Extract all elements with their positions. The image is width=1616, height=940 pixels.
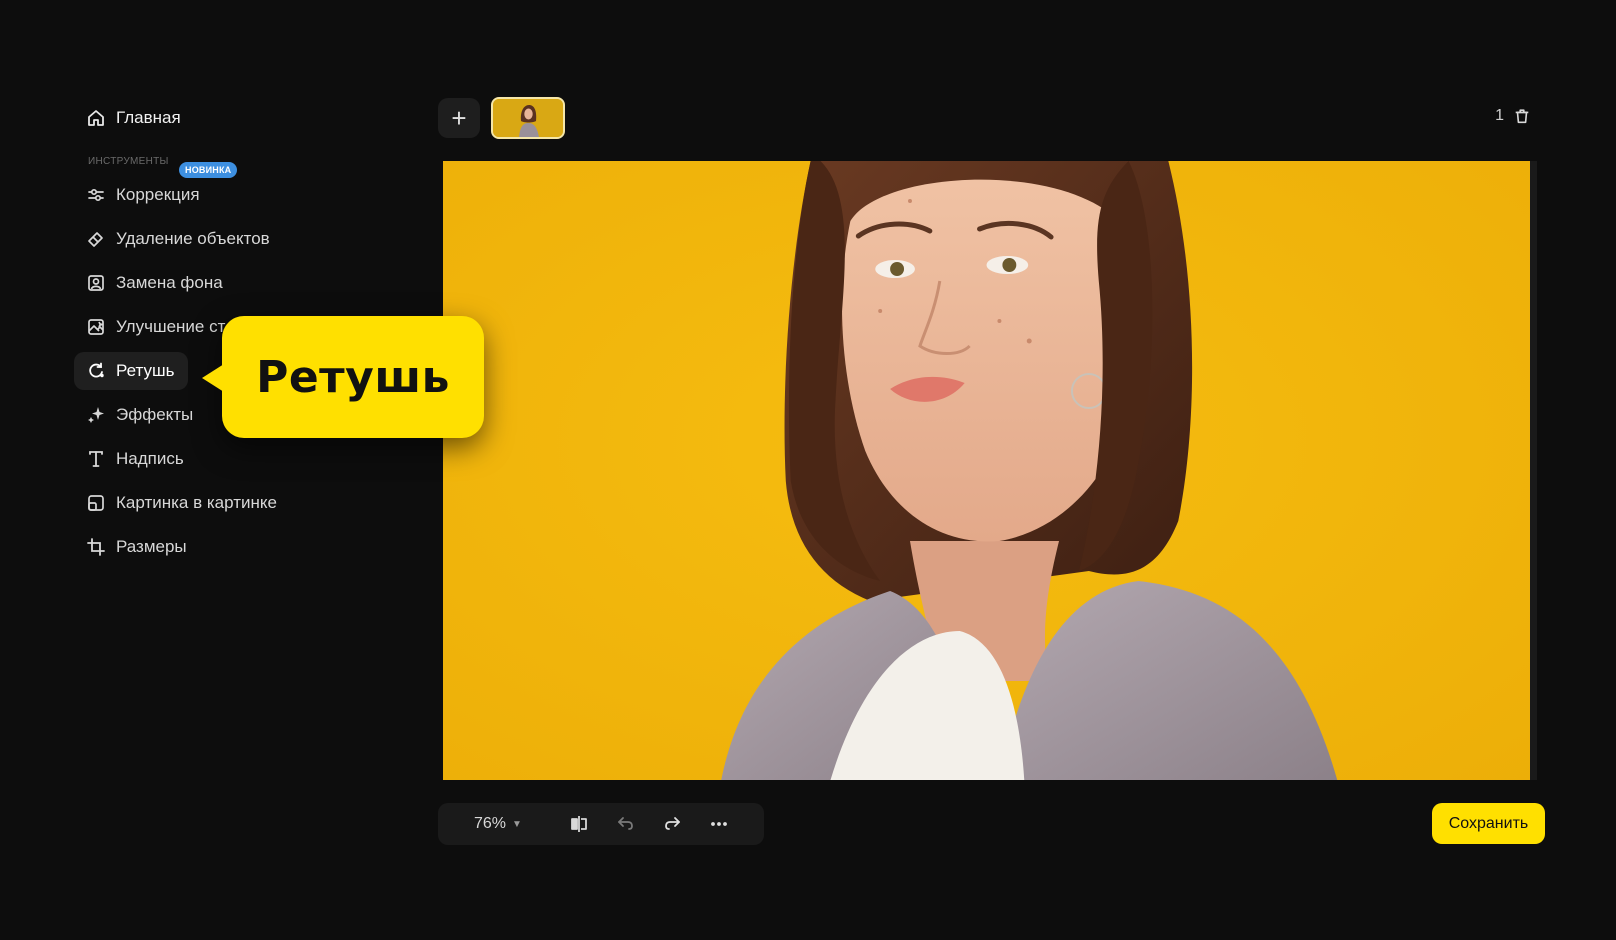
portrait-icon xyxy=(86,273,106,293)
sidebar-item-enhance[interactable]: Улучшение ст xyxy=(74,308,239,346)
sidebar-item-remove-objects[interactable]: Удаление объектов xyxy=(74,220,284,258)
sidebar-item-label: Размеры xyxy=(116,537,187,556)
image-thumbnail[interactable] xyxy=(491,97,565,139)
more-icon xyxy=(709,814,729,834)
crop-icon xyxy=(86,537,106,557)
save-button[interactable]: Сохранить xyxy=(1432,803,1545,844)
sidebar-item-picture-in-picture[interactable]: Картинка в картинке xyxy=(74,484,291,522)
trash-icon[interactable] xyxy=(1512,106,1532,126)
picture-in-picture-icon xyxy=(86,493,106,513)
home-icon xyxy=(86,108,106,128)
sidebar-item-correction[interactable]: Коррекция НОВИНКА xyxy=(74,162,238,214)
plus-icon: + xyxy=(451,102,467,133)
image-enhance-icon xyxy=(86,317,106,337)
sidebar-item-label: Надпись xyxy=(116,449,184,468)
sidebar-item-label: Картинка в картинке xyxy=(116,493,277,512)
compare-icon xyxy=(569,814,589,834)
text-icon xyxy=(86,449,106,469)
portrait-photo xyxy=(443,161,1530,780)
redo-icon xyxy=(662,814,682,834)
undo-button[interactable] xyxy=(602,808,649,840)
sidebar-item-label: Эффекты xyxy=(116,405,194,424)
more-button[interactable] xyxy=(695,808,742,840)
zoom-value: 76% xyxy=(474,815,507,832)
undo-icon xyxy=(616,814,636,834)
chevron-down-icon: ▼ xyxy=(512,818,522,830)
retouch-icon xyxy=(86,361,106,381)
image-counter: 1 xyxy=(1495,106,1532,126)
sidebar-item-label: Замена фона xyxy=(116,273,223,292)
sidebar-item-label: Удаление объектов xyxy=(116,229,270,248)
compare-button[interactable] xyxy=(556,808,603,840)
new-badge: НОВИНКА xyxy=(179,162,238,178)
callout-text: Ретушь xyxy=(256,351,450,403)
sparkle-icon xyxy=(86,405,106,425)
sidebar-item-label: Улучшение ст xyxy=(116,317,226,336)
sliders-icon xyxy=(86,185,106,205)
sidebar-item-background-replace[interactable]: Замена фона xyxy=(74,264,237,302)
home-link[interactable]: Главная xyxy=(74,98,394,138)
image-canvas[interactable] xyxy=(443,161,1537,780)
thumbnail-image xyxy=(493,99,563,137)
add-image-button[interactable]: + xyxy=(438,98,480,138)
sidebar-item-text[interactable]: Надпись xyxy=(74,440,198,478)
eraser-icon xyxy=(86,229,106,249)
sidebar-item-sizes[interactable]: Размеры xyxy=(74,528,201,566)
home-label: Главная xyxy=(116,108,181,127)
canvas-toolbar: 76% ▼ xyxy=(438,803,764,845)
sidebar-item-effects[interactable]: Эффекты xyxy=(74,396,207,434)
sidebar-item-label: Ретушь xyxy=(116,361,175,380)
redo-button[interactable] xyxy=(649,808,696,840)
zoom-select[interactable]: 76% ▼ xyxy=(474,815,556,833)
retouch-callout: Ретушь xyxy=(202,316,484,438)
sidebar-item-retouch[interactable]: Ретушь xyxy=(74,352,189,390)
sidebar-item-label: Коррекция xyxy=(116,185,200,204)
section-label: ИНСТРУМЕНТЫ xyxy=(88,156,169,167)
image-count: 1 xyxy=(1495,107,1504,124)
